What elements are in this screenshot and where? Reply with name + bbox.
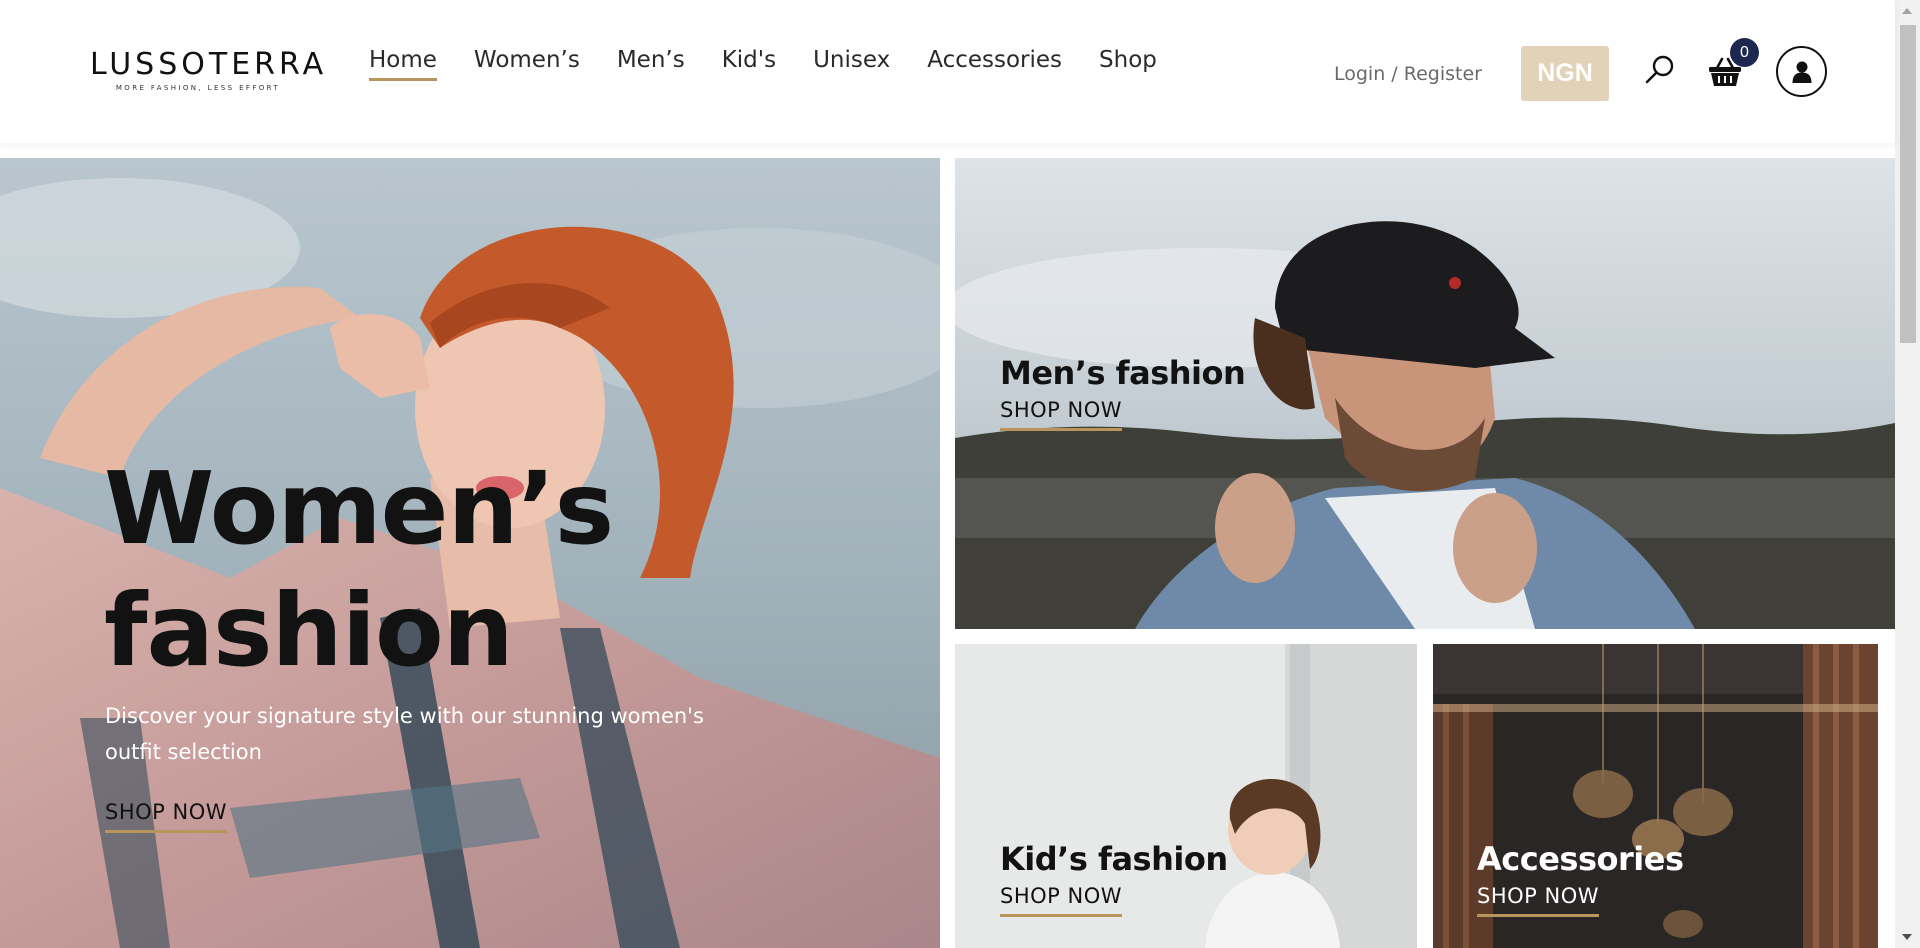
scroll-up-arrow-icon[interactable] (1902, 8, 1912, 14)
accessories-shop-now-link[interactable]: SHOP NOW (1477, 884, 1599, 917)
nav-item-kids[interactable]: Kid's (722, 47, 776, 79)
kids-banner-title: Kid’s fashion (1000, 840, 1228, 878)
mens-shop-now-link[interactable]: SHOP NOW (1000, 398, 1122, 431)
nav-item-womens[interactable]: Women’s (474, 47, 580, 79)
nav-item-unisex[interactable]: Unisex (813, 47, 890, 79)
page-scrollbar[interactable] (1895, 0, 1920, 948)
nav-item-mens[interactable]: Men’s (617, 47, 685, 79)
brand-logo[interactable]: LUSSOTERRA MORE FASHION, LESS EFFORT (90, 47, 328, 93)
brand-name: LUSSOTERRA (90, 47, 328, 82)
currency-button[interactable]: NGN (1521, 46, 1609, 101)
nav-item-home[interactable]: Home (369, 47, 437, 81)
mens-fashion-banner[interactable]: Men’s fashion SHOP NOW (955, 158, 1895, 629)
nav-item-shop[interactable]: Shop (1099, 47, 1157, 79)
kids-fashion-banner[interactable]: Kid’s fashion SHOP NOW (955, 644, 1417, 948)
brand-tagline: MORE FASHION, LESS EFFORT (115, 84, 281, 92)
womens-fashion-banner[interactable]: Women’s fashion Discover your signature … (0, 158, 940, 948)
user-icon (1792, 61, 1811, 83)
womens-title-line-2: fashion (104, 572, 514, 689)
mens-fashion-photo (955, 158, 1895, 629)
accessories-banner-title: Accessories (1477, 840, 1684, 878)
mens-banner-title: Men’s fashion (1000, 354, 1246, 392)
login-register-link[interactable]: Login / Register (1334, 63, 1482, 85)
scroll-down-arrow-icon[interactable] (1902, 934, 1912, 940)
scrollbar-thumb[interactable] (1900, 25, 1916, 343)
account-button[interactable] (1776, 46, 1827, 97)
accessories-banner[interactable]: Accessories SHOP NOW (1433, 644, 1878, 948)
womens-banner-description: Discover your signature style with our s… (105, 704, 704, 764)
nav-item-accessories[interactable]: Accessories (927, 47, 1062, 79)
kids-shop-now-link[interactable]: SHOP NOW (1000, 884, 1122, 917)
womens-banner-title: Women’s fashion (104, 448, 664, 692)
site-header: LUSSOTERRA MORE FASHION, LESS EFFORT Hom… (0, 0, 1895, 143)
womens-shop-now-link[interactable]: SHOP NOW (105, 800, 227, 833)
search-icon[interactable] (1644, 54, 1676, 86)
main-nav: Home Women’s Men’s Kid's Unisex Accessor… (369, 47, 1194, 81)
womens-title-line-1: Women’s (104, 450, 614, 567)
cart-count-badge: 0 (1730, 38, 1759, 67)
